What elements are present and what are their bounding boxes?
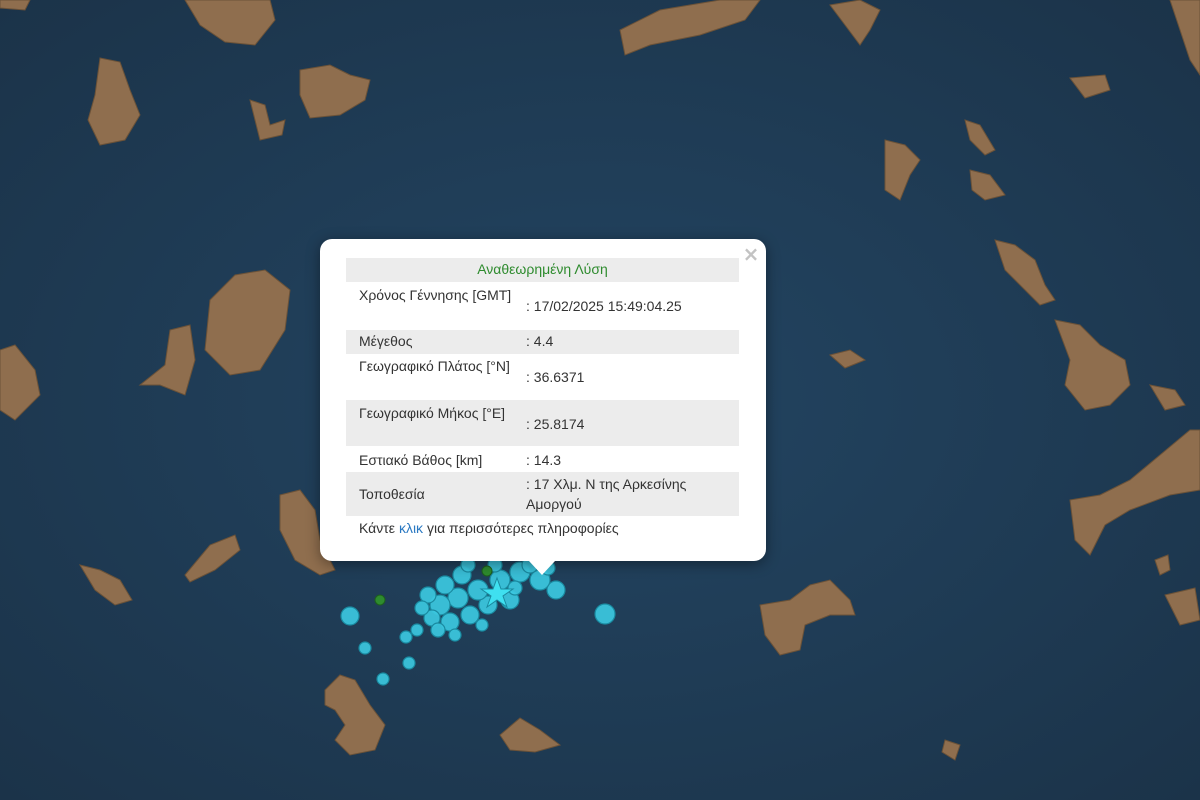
origin-time-value: : 17/02/2025 15:49:04.25 [526,298,682,314]
island-corner-left [0,0,31,11]
more-info-link[interactable]: κλικ [399,520,423,536]
quake-marker[interactable] [414,600,430,616]
depth-value: : 14.3 [526,452,562,468]
longitude-value: : 25.8174 [526,416,585,432]
quake-marker[interactable] [340,606,360,626]
depth-label: Εστιακό Βάθος [km] [359,452,483,468]
quake-marker[interactable] [358,641,372,655]
quake-marker[interactable] [376,672,390,686]
magnitude-label: Μέγεθος [359,333,413,349]
location-label: Τοποθεσία [359,486,425,502]
more-info-suffix: για περισσότερες πληροφορίες [426,520,619,536]
latitude-label: Γεωγραφικό Πλάτος [°N] [359,358,510,374]
quake-marker[interactable] [460,605,480,625]
quake-marker[interactable] [399,630,413,644]
quake-marker[interactable] [594,603,616,625]
older-quake-marker[interactable] [374,594,386,606]
close-popup-button[interactable]: × [741,244,761,264]
magnitude-value: : 4.4 [526,333,554,349]
quake-marker[interactable] [410,623,424,637]
popup-title: Αναθεωρημένη Λύση [477,261,608,277]
origin-time-label: Χρόνος Γέννησης [GMT] [359,287,512,303]
quake-marker[interactable] [430,622,446,638]
latitude-value: : 36.6371 [526,369,585,385]
more-info-prefix: Κάντε [359,520,396,536]
longitude-label: Γεωγραφικό Μήκος [°E] [359,405,506,421]
older-quake-marker[interactable] [481,565,493,577]
popup-pointer [529,561,555,575]
quake-marker[interactable] [402,656,416,670]
quake-marker[interactable] [448,628,462,642]
more-info-line: Κάντε κλικ για περισσότερες πληροφορίες [359,520,619,536]
quake-marker[interactable] [475,618,489,632]
quake-marker[interactable] [435,575,455,595]
location-value: : 17 Χλμ. N της Αρκεσίνης Αμοργού [526,476,687,512]
quake-marker[interactable] [507,580,523,596]
